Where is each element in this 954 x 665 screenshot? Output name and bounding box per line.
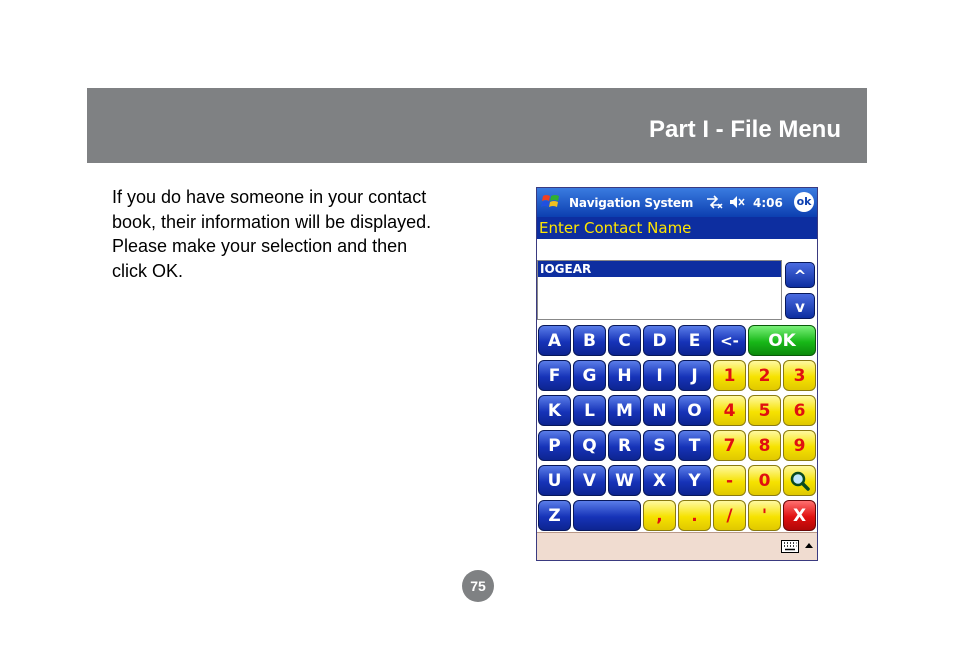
key-7[interactable]: 7 [713,430,746,461]
key-q[interactable]: Q [573,430,606,461]
key-apostrophe[interactable]: ' [748,500,781,531]
key-v[interactable]: V [573,465,606,496]
magnifier-icon [790,471,810,491]
scroll-down-button[interactable]: v [785,293,815,319]
body-line: book, their information will be displaye… [112,211,432,232]
clock[interactable]: 4:06 [753,196,783,210]
key-p[interactable]: P [538,430,571,461]
body-line: Please make your selection and then [112,236,408,256]
page-title: Part I - File Menu [648,116,841,143]
key-g[interactable]: G [573,360,606,391]
key-0[interactable]: 0 [748,465,781,496]
ok-title-button[interactable]: ok [794,192,814,212]
input-menu-arrow-icon[interactable] [805,543,813,548]
keyboard-icon[interactable] [781,540,799,553]
key-3[interactable]: 3 [783,360,816,391]
backspace-button[interactable]: <- [713,325,746,356]
windows-flag-icon[interactable] [540,191,562,213]
body-line: If you do have someone in your contact [112,187,427,207]
volume-mute-icon[interactable] [729,195,745,209]
key-9[interactable]: 9 [783,430,816,461]
page-number: 75 [462,570,494,602]
header-band: Part I - File Menu [87,88,867,163]
key-h[interactable]: H [608,360,641,391]
key-o[interactable]: O [678,395,711,426]
key-k[interactable]: K [538,395,571,426]
key-l[interactable]: L [573,395,606,426]
scroll-up-button[interactable]: ^ [785,262,815,288]
connectivity-icon[interactable] [705,194,723,210]
key-t[interactable]: T [678,430,711,461]
key-m[interactable]: M [608,395,641,426]
key-dash[interactable]: - [713,465,746,496]
key-4[interactable]: 4 [713,395,746,426]
body-paragraph: If you do have someone in your contact b… [112,185,482,283]
key-e[interactable]: E [678,325,711,356]
result-list[interactable]: IOGEAR [537,260,782,320]
key-y[interactable]: Y [678,465,711,496]
bottom-bar [537,532,817,560]
key-d[interactable]: D [643,325,676,356]
device-screen: Navigation System 4:06 ok Enter Contact … [536,187,818,561]
app-title: Navigation System [569,196,694,210]
key-2[interactable]: 2 [748,360,781,391]
key-slash[interactable]: / [713,500,746,531]
key-a[interactable]: A [538,325,571,356]
keypad: A B C D E <- OK F G H I J 1 2 3 K L M N … [537,323,817,533]
key-c[interactable]: C [608,325,641,356]
key-8[interactable]: 8 [748,430,781,461]
space-key[interactable] [573,500,641,531]
key-z[interactable]: Z [538,500,571,531]
key-x[interactable]: X [643,465,676,496]
key-5[interactable]: 5 [748,395,781,426]
list-item[interactable]: IOGEAR [538,261,781,277]
title-bar: Navigation System 4:06 ok [537,188,817,217]
key-r[interactable]: R [608,430,641,461]
key-s[interactable]: S [643,430,676,461]
prompt-label: Enter Contact Name [537,217,817,239]
body-line: click OK. [112,260,184,281]
key-i[interactable]: I [643,360,676,391]
key-b[interactable]: B [573,325,606,356]
key-n[interactable]: N [643,395,676,426]
key-f[interactable]: F [538,360,571,391]
key-w[interactable]: W [608,465,641,496]
key-6[interactable]: 6 [783,395,816,426]
key-period[interactable]: . [678,500,711,531]
close-button[interactable]: X [783,500,816,531]
contact-name-input[interactable] [537,239,817,260]
search-button[interactable] [783,465,816,496]
key-1[interactable]: 1 [713,360,746,391]
ok-button[interactable]: OK [748,325,816,356]
key-u[interactable]: U [538,465,571,496]
key-j[interactable]: J [678,360,711,391]
key-comma[interactable]: , [643,500,676,531]
